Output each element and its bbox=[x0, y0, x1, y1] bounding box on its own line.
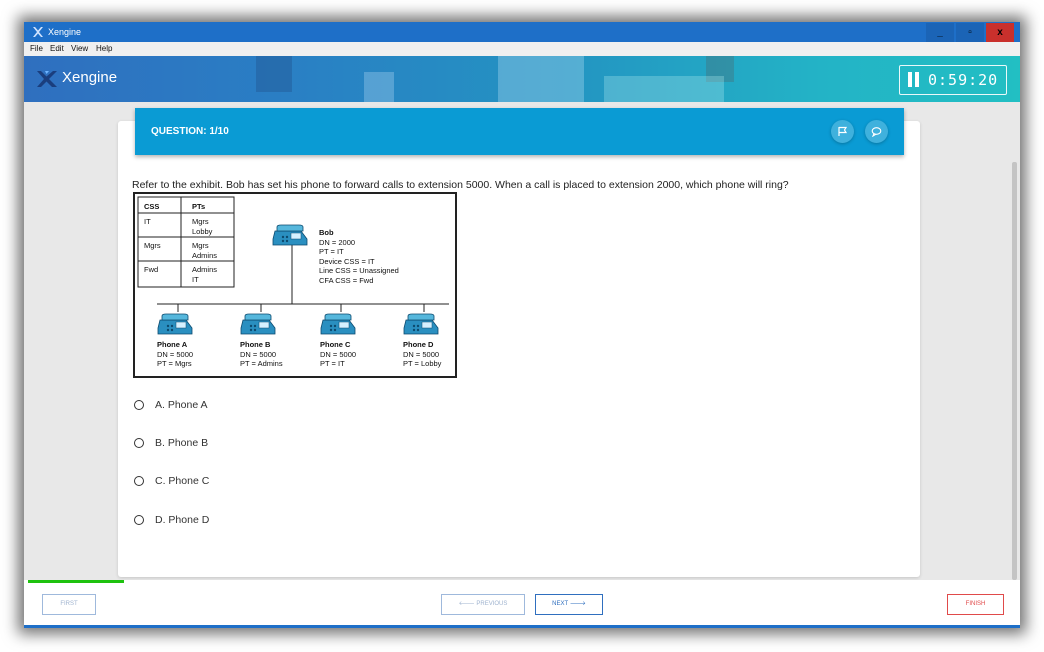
close-button[interactable]: x bbox=[986, 23, 1014, 42]
pause-icon[interactable] bbox=[908, 72, 920, 88]
option-label: C. Phone C bbox=[155, 475, 210, 487]
question-header: QUESTION: 1/10 bbox=[135, 108, 904, 155]
table-css-cell: Mgrs bbox=[144, 241, 161, 250]
phone-dn: DN = 5000 bbox=[157, 349, 194, 359]
phone-c-details: Phone C DN = 5000 PT = IT bbox=[320, 340, 356, 369]
next-button[interactable]: NEXT 🡒 bbox=[535, 594, 603, 615]
phone-name: Phone B bbox=[240, 340, 271, 349]
table-header-pts: PTs bbox=[192, 202, 206, 211]
xengine-logo-icon bbox=[37, 71, 57, 87]
radio-button[interactable] bbox=[134, 476, 144, 486]
window-title: Xengine bbox=[48, 27, 82, 37]
menu-file[interactable]: File bbox=[30, 44, 43, 53]
bob-detail: DN = 2000 bbox=[319, 237, 356, 247]
question-text: Refer to the exhibit. Bob has set his ph… bbox=[132, 179, 789, 191]
comment-button[interactable] bbox=[865, 120, 888, 143]
main-content: QUESTION: 1/10 Refer to the exhibit. Bob… bbox=[24, 102, 1020, 580]
radio-button[interactable] bbox=[134, 515, 144, 525]
flag-button[interactable] bbox=[831, 120, 854, 143]
phone-pt: PT = IT bbox=[320, 359, 345, 368]
table-pt-cell: IT bbox=[192, 275, 199, 284]
brand-name: Xengine bbox=[62, 69, 118, 86]
previous-button[interactable]: 🡐 PREVIOUS bbox=[441, 594, 525, 615]
phone-pt: PT = Mgrs bbox=[157, 359, 192, 368]
flag-icon bbox=[838, 126, 848, 136]
bob-detail: Line CSS = Unassigned bbox=[319, 266, 399, 275]
minimize-button[interactable]: _ bbox=[926, 23, 954, 42]
phone-d-details: Phone D DN = 5000 PT = Lobby bbox=[403, 340, 441, 369]
phone-name: Phone D bbox=[403, 340, 434, 349]
timer-value: 0:59:20 bbox=[928, 71, 999, 89]
table-pt-cell: Admins bbox=[192, 265, 218, 274]
bob-detail: Device CSS = IT bbox=[319, 256, 375, 266]
table-css-cell: IT bbox=[144, 217, 151, 226]
radio-button[interactable] bbox=[134, 438, 144, 448]
vertical-scrollbar[interactable] bbox=[1012, 162, 1017, 580]
table-pt-cell: Admins bbox=[192, 251, 218, 260]
phone-b-details: Phone B DN = 5000 PT = Admins bbox=[240, 340, 283, 369]
phone-pt: PT = Admins bbox=[240, 359, 283, 368]
table-pt-cell: Mgrs bbox=[192, 241, 209, 250]
bob-details: Bob DN = 2000 PT = IT Device CSS = IT Li… bbox=[319, 228, 399, 285]
exhibit-image: CSS PTs IT Mgrs Lobby Mgrs Mgrs Admins F… bbox=[133, 192, 457, 378]
question-number: QUESTION: 1/10 bbox=[151, 126, 229, 137]
title-bar: Xengine _ ▫ x bbox=[24, 22, 1020, 42]
menu-help[interactable]: Help bbox=[96, 44, 112, 53]
phone-dn: DN = 5000 bbox=[320, 349, 357, 359]
header-decoration bbox=[498, 56, 584, 102]
phone-name: Phone A bbox=[157, 340, 188, 349]
phone-pt: PT = Lobby bbox=[403, 359, 442, 368]
menu-bar: File Edit View Help bbox=[24, 42, 1020, 56]
option-label: A. Phone A bbox=[155, 399, 208, 411]
radio-button[interactable] bbox=[134, 400, 144, 410]
table-pt-cell: Mgrs bbox=[192, 217, 209, 226]
footer-navigation: FIRST 🡐 PREVIOUS NEXT 🡒 FINISH bbox=[24, 580, 1020, 625]
table-header-css: CSS bbox=[144, 202, 160, 211]
progress-bar bbox=[28, 580, 124, 583]
exam-timer: 0:59:20 bbox=[899, 65, 1007, 95]
phone-dn: DN = 5000 bbox=[403, 349, 440, 359]
menu-view[interactable]: View bbox=[71, 44, 88, 53]
phone-name: Phone C bbox=[320, 340, 351, 349]
maximize-button[interactable]: ▫ bbox=[956, 23, 984, 42]
phone-dn: DN = 5000 bbox=[240, 349, 277, 359]
header-decoration bbox=[604, 76, 724, 102]
bob-name: Bob bbox=[319, 228, 334, 237]
app-header: Xengine 0:59:20 bbox=[24, 56, 1020, 102]
finish-button[interactable]: FINISH bbox=[947, 594, 1004, 615]
comment-icon bbox=[871, 127, 882, 137]
table-css-cell: Fwd bbox=[144, 265, 159, 274]
bob-detail: PT = IT bbox=[319, 247, 344, 256]
option-label: D. Phone D bbox=[155, 514, 210, 526]
table-pt-cell: Lobby bbox=[192, 227, 213, 236]
header-decoration bbox=[256, 56, 292, 92]
phone-a-details: Phone A DN = 5000 PT = Mgrs bbox=[157, 340, 193, 369]
app-window: Xengine _ ▫ x File Edit View Help Xengin… bbox=[24, 22, 1020, 628]
xengine-logo-icon bbox=[33, 27, 43, 37]
first-button[interactable]: FIRST bbox=[42, 594, 96, 615]
bob-detail: CFA CSS = Fwd bbox=[319, 275, 374, 285]
option-label: B. Phone B bbox=[155, 437, 209, 449]
menu-edit[interactable]: Edit bbox=[50, 44, 64, 53]
header-decoration bbox=[364, 72, 394, 102]
